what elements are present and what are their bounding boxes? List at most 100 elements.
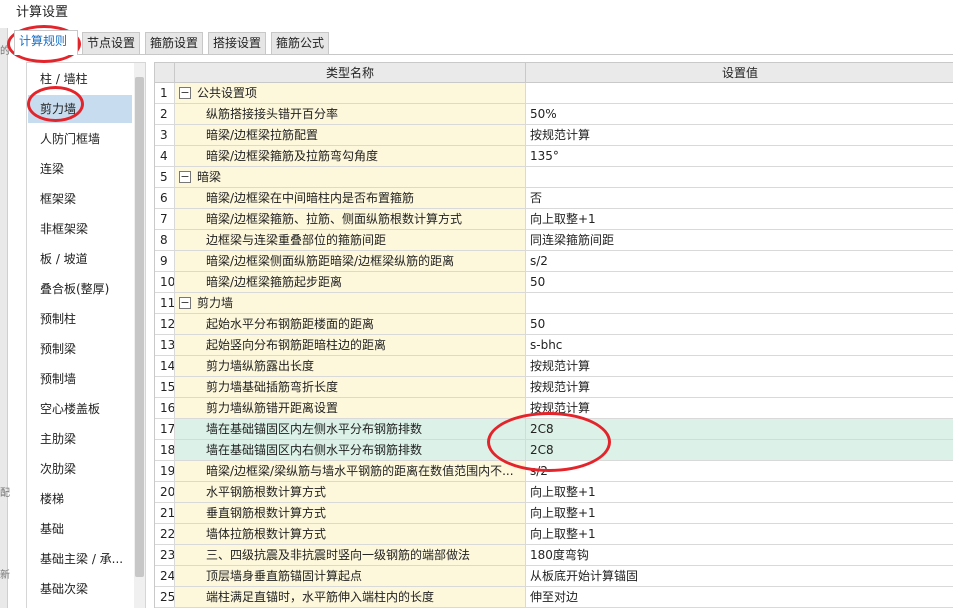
row-number: 13 — [155, 335, 175, 355]
table-row[interactable]: 21 垂直钢筋根数计算方式 向上取整+1 — [155, 503, 953, 524]
sidebar-item[interactable]: 人防门框墙 — [28, 125, 132, 153]
table-row[interactable]: 3 暗梁/边框梁拉筋配置 按规范计算 — [155, 125, 953, 146]
setting-value-cell[interactable]: 伸至对边 — [526, 587, 953, 607]
setting-value-cell[interactable]: 同连梁箍筋间距 — [526, 230, 953, 250]
group-row[interactable]: 5− 暗梁 — [155, 167, 953, 188]
row-number: 14 — [155, 356, 175, 376]
table-row[interactable]: 10 暗梁/边框梁箍筋起步距离 50 — [155, 272, 953, 293]
row-number: 16 — [155, 398, 175, 418]
table-row[interactable]: 19 暗梁/边框梁/梁纵筋与墙水平钢筋的距离在数值范围内不... s/2 — [155, 461, 953, 482]
setting-value-cell[interactable]: 向上取整+1 — [526, 482, 953, 502]
type-name-cell: 暗梁/边框梁箍筋、拉筋、侧面纵筋根数计算方式 — [175, 209, 526, 229]
table-row[interactable]: 4 暗梁/边框梁箍筋及拉筋弯勾角度 135° — [155, 146, 953, 167]
group-row[interactable]: 1− 公共设置项 — [155, 83, 953, 104]
setting-value-cell[interactable]: s-bhc — [526, 335, 953, 355]
table-row[interactable]: 20 水平钢筋根数计算方式 向上取整+1 — [155, 482, 953, 503]
type-name-cell: 端柱满足直锚时，水平筋伸入端柱内的长度 — [175, 587, 526, 607]
table-row[interactable]: 13 起始竖向分布钢筋距暗柱边的距离 s-bhc — [155, 335, 953, 356]
sidebar-item[interactable]: 主肋梁 — [28, 425, 132, 453]
sidebar-item[interactable]: 板 / 坡道 — [28, 245, 132, 273]
setting-value-cell[interactable]: 否 — [526, 188, 953, 208]
tab-calculation-rules[interactable]: 计算规则 — [14, 30, 78, 55]
setting-value-cell[interactable]: s/2 — [526, 461, 953, 481]
row-number: 17 — [155, 419, 175, 439]
type-name-text: 暗梁 — [197, 170, 222, 184]
setting-value-cell[interactable]: 按规范计算 — [526, 125, 953, 145]
table-row[interactable]: 24 顶层墙身垂直筋锚固计算起点 从板底开始计算锚固 — [155, 566, 953, 587]
table-row[interactable]: 23 三、四级抗震及非抗震时竖向一级钢筋的端部做法 180度弯钩 — [155, 545, 953, 566]
setting-value-cell[interactable] — [526, 167, 953, 187]
tab-node-settings[interactable]: 节点设置 — [82, 32, 140, 54]
table-row[interactable]: 12 起始水平分布钢筋距楼面的距离 50 — [155, 314, 953, 335]
sidebar-item[interactable]: 叠合板(整厚) — [28, 275, 132, 303]
type-name-text: 剪力墙 — [197, 296, 234, 310]
sidebar-item[interactable]: 预制梁 — [28, 335, 132, 363]
type-name-cell: 暗梁/边框梁/梁纵筋与墙水平钢筋的距离在数值范围内不... — [175, 461, 526, 481]
setting-value-cell[interactable]: 135° — [526, 146, 953, 166]
table-row[interactable]: 8 边框梁与连梁重叠部位的箍筋间距 同连梁箍筋间距 — [155, 230, 953, 251]
sidebar-item[interactable]: 柱 / 墙柱 — [28, 65, 132, 93]
row-number: 8 — [155, 230, 175, 250]
setting-value-cell[interactable]: 按规范计算 — [526, 377, 953, 397]
type-name-text: 纵筋搭接接头错开百分率 — [206, 107, 339, 121]
row-number: 20 — [155, 482, 175, 502]
sidebar-item[interactable]: 基础次梁 — [28, 575, 132, 603]
setting-value-cell[interactable]: 180度弯钩 — [526, 545, 953, 565]
sidebar-item[interactable]: 次肋梁 — [28, 455, 132, 483]
table-row[interactable]: 14 剪力墙纵筋露出长度 按规范计算 — [155, 356, 953, 377]
setting-value-cell[interactable]: 2C8 — [526, 419, 953, 439]
setting-value-cell[interactable]: 向上取整+1 — [526, 503, 953, 523]
dialog-title-bar: 计算设置 — [0, 0, 953, 24]
type-name-cell: 剪力墙基础插筋弯折长度 — [175, 377, 526, 397]
table-row[interactable]: 15 剪力墙基础插筋弯折长度 按规范计算 — [155, 377, 953, 398]
table-row[interactable]: 9 暗梁/边框梁侧面纵筋距暗梁/边框梁纵筋的距离 s/2 — [155, 251, 953, 272]
sidebar-item[interactable]: 楼梯 — [28, 485, 132, 513]
setting-value-cell[interactable]: s/2 — [526, 251, 953, 271]
setting-value-cell[interactable]: 按规范计算 — [526, 398, 953, 418]
sidebar-item[interactable]: 预制柱 — [28, 305, 132, 333]
setting-value-cell[interactable]: 50% — [526, 104, 953, 124]
table-row[interactable]: 7 暗梁/边框梁箍筋、拉筋、侧面纵筋根数计算方式 向上取整+1 — [155, 209, 953, 230]
group-row[interactable]: 11− 剪力墙 — [155, 293, 953, 314]
setting-value-cell[interactable]: 50 — [526, 314, 953, 334]
setting-value-cell[interactable] — [526, 83, 953, 103]
sidebar-item[interactable]: 基础主梁 / 承... — [28, 545, 132, 573]
sidebar-item[interactable]: 基础 — [28, 515, 132, 543]
setting-value-cell[interactable] — [526, 293, 953, 313]
sidebar-item[interactable]: 预制墙 — [28, 365, 132, 393]
tab-lap-settings[interactable]: 搭接设置 — [208, 32, 266, 54]
table-row[interactable]: 18 墙在基础锚固区内右侧水平分布钢筋排数 2C8 — [155, 440, 953, 461]
type-name-cell: 剪力墙纵筋错开距离设置 — [175, 398, 526, 418]
sidebar-item[interactable]: 非框架梁 — [28, 215, 132, 243]
row-number: 15 — [155, 377, 175, 397]
sidebar-item[interactable]: 空心楼盖板 — [28, 395, 132, 423]
background-edge-glyph: 配 — [0, 488, 10, 499]
table-row[interactable]: 25 端柱满足直锚时，水平筋伸入端柱内的长度 伸至对边 — [155, 587, 953, 608]
table-row[interactable]: 2 纵筋搭接接头错开百分率 50% — [155, 104, 953, 125]
setting-value-cell[interactable]: 2C8 — [526, 440, 953, 460]
setting-value-cell[interactable]: 向上取整+1 — [526, 209, 953, 229]
tab-stirrup-formula[interactable]: 箍筋公式 — [271, 32, 329, 54]
row-number: 25 — [155, 587, 175, 607]
setting-value-cell[interactable]: 向上取整+1 — [526, 524, 953, 544]
row-number: 22 — [155, 524, 175, 544]
sidebar-scrollbar-thumb[interactable] — [135, 77, 144, 577]
sidebar-item[interactable]: 框架梁 — [28, 185, 132, 213]
sidebar-item[interactable]: 连梁 — [28, 155, 132, 183]
setting-value-cell[interactable]: 50 — [526, 272, 953, 292]
type-name-cell: 暗梁/边框梁拉筋配置 — [175, 125, 526, 145]
setting-value-cell[interactable]: 从板底开始计算锚固 — [526, 566, 953, 586]
header-type-name: 类型名称 — [175, 63, 526, 83]
collapse-minus-icon[interactable]: − — [179, 171, 191, 183]
type-name-cell: − 公共设置项 — [175, 83, 526, 103]
table-row[interactable]: 6 暗梁/边框梁在中间暗柱内是否布置箍筋 否 — [155, 188, 953, 209]
collapse-minus-icon[interactable]: − — [179, 297, 191, 309]
table-row[interactable]: 16 剪力墙纵筋错开距离设置 按规范计算 — [155, 398, 953, 419]
sidebar-item[interactable]: 剪力墙 — [28, 95, 132, 123]
setting-value-cell[interactable]: 按规范计算 — [526, 356, 953, 376]
table-row[interactable]: 22 墙体拉筋根数计算方式 向上取整+1 — [155, 524, 953, 545]
collapse-minus-icon[interactable]: − — [179, 87, 191, 99]
table-row[interactable]: 17 墙在基础锚固区内左侧水平分布钢筋排数 2C8 — [155, 419, 953, 440]
type-name-cell: 纵筋搭接接头错开百分率 — [175, 104, 526, 124]
tab-stirrup-settings[interactable]: 箍筋设置 — [145, 32, 203, 54]
